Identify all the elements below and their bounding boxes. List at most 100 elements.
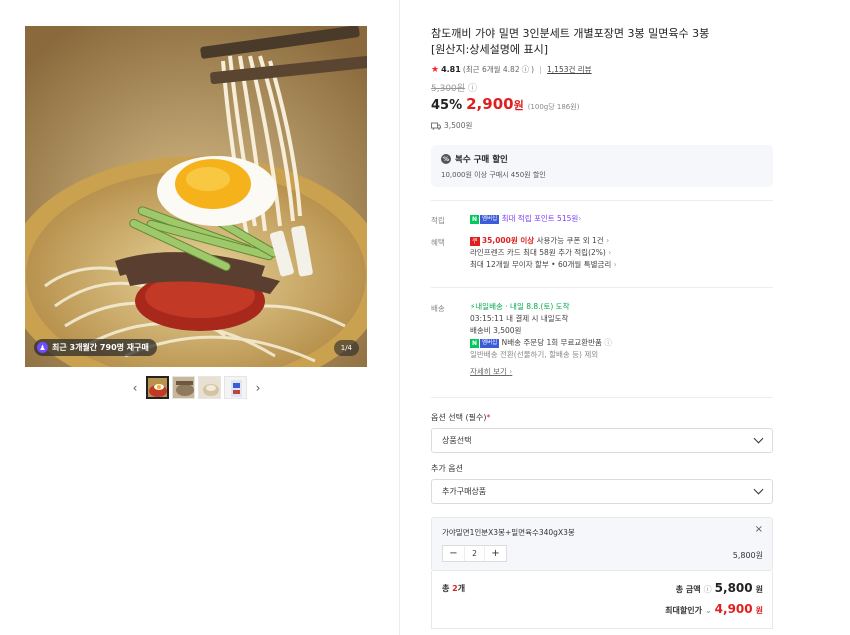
max-points-text: 최대 적립 포인트 515원	[501, 214, 579, 223]
increase-button[interactable]: +	[485, 546, 506, 561]
best-discount-value: 4,900	[714, 602, 753, 616]
delivery-cutoff: 03:15:11 내 결제 시 내일도착	[470, 314, 569, 323]
chevron-right-icon: ›	[509, 367, 513, 376]
total-amount: 총 금액 ⓘ 5,800 원	[676, 581, 763, 595]
extra-option-label: 추가 옵션	[431, 464, 463, 473]
info-icon[interactable]: ⓘ	[522, 64, 530, 75]
product-main-image[interactable]: ♟ 최근 3개월간 790명 재구매 1/4	[25, 26, 367, 367]
thumb-prev-arrow-icon[interactable]: ‹	[127, 377, 143, 399]
noodle-photo	[25, 26, 367, 367]
user-icon: ♟	[37, 342, 48, 353]
required-option-select[interactable]: 상품선택	[431, 428, 773, 453]
sale-price-row: 45% 2,900원 (100g당 186원)	[431, 95, 579, 113]
benefits-label: 혜택	[431, 238, 445, 247]
npay-membership-icon: N 멤버십	[470, 214, 500, 224]
points-value[interactable]: N 멤버십 최대 적립 포인트 515원›	[470, 213, 581, 225]
tomorrow-delivery-label: 내일배송	[475, 302, 503, 311]
coupon-icon: 쿠	[470, 236, 480, 246]
delivery-more-text: 자세히 보기	[470, 367, 507, 376]
best-discount-label: 최대할인가	[665, 606, 702, 615]
thumbnail-strip: ‹ ›	[127, 376, 266, 399]
coupon-threshold: 35,000원 이상	[481, 236, 535, 245]
shipping-fee: 3,500원	[444, 121, 473, 130]
section-divider	[431, 200, 773, 201]
product-title-line-1: 참도깨비 가야 밀면 3인분세트 개별포장면 3봉 밀면육수 3봉	[431, 27, 710, 40]
delivery-more-link[interactable]: 자세히 보기 ›	[470, 366, 612, 378]
original-price-value: 5,300원	[431, 84, 466, 94]
chevron-down-icon: ⌄	[704, 606, 712, 615]
card-benefit-text: 라인프렌즈 카드 최대 58원 추가 적립(2%)	[470, 248, 606, 257]
chevron-right-icon: ›	[608, 248, 612, 257]
column-divider	[399, 0, 400, 635]
rating-score: 4.81	[441, 65, 461, 74]
delivery-info: ⚡내일배송 · 내일 8.8.(토) 도착 03:15:11 내 결제 시 내일…	[470, 301, 612, 378]
info-icon[interactable]: ⓘ	[704, 584, 712, 595]
rating-separator	[540, 65, 542, 74]
free-return-text: N배송 주문당 1회 무료교환반품	[501, 338, 602, 347]
rating-row: ★ 4.81 (최근 6개월 4.82 ⓘ ) 1,153건 리뷰	[431, 64, 592, 75]
extra-option-select[interactable]: 추가구매상품	[431, 479, 773, 504]
coupon-desc: 사용가능 쿠폰 외 1건	[534, 236, 604, 245]
free-return-row: N 멤버십 N배송 주문당 1회 무료교환반품 ⓘ	[470, 337, 612, 349]
thumb-next-arrow-icon[interactable]: ›	[250, 377, 266, 399]
bulk-discount-title: 복수 구매 할인	[455, 155, 508, 165]
thumbnail-3[interactable]	[198, 376, 221, 399]
section-divider	[431, 397, 773, 398]
total-amount-value: 5,800	[714, 581, 753, 595]
sale-price-value: 2,900	[466, 95, 514, 113]
unit-price: (100g당 186원)	[527, 103, 580, 111]
selected-option-item: 가야밀면1인분X3봉+밀면육수340gX3봉 × − 2 + 5,800원	[431, 517, 773, 571]
chevron-down-icon	[753, 484, 764, 495]
total-amount-label: 총 금액	[675, 585, 701, 594]
sale-price-unit: 원	[513, 99, 524, 112]
chevron-right-icon: ›	[578, 214, 582, 223]
thumbnail-2[interactable]	[172, 376, 195, 399]
delivery-fee: 배송비 3,500원	[470, 326, 522, 335]
close-icon[interactable]: ×	[755, 524, 763, 535]
original-price: 5,300원 ⓘ	[431, 81, 477, 94]
points-label: 적립	[431, 216, 445, 225]
image-counter: 1/4	[333, 340, 359, 356]
section-divider	[431, 287, 773, 288]
tomorrow-delivery-date: · 내일 8.8.(토) 도착	[502, 302, 570, 311]
extra-option-value: 추가구매상품	[442, 487, 487, 496]
installment-text: 최대 12개월 무이자 할부 • 60개월 특별금리	[470, 260, 612, 269]
best-discount-price[interactable]: 최대할인가 ⌄ 4,900 원	[665, 602, 763, 616]
decrease-button[interactable]: −	[443, 546, 464, 561]
sale-price: 2,900원	[466, 95, 524, 113]
discount-rate: 45%	[431, 98, 463, 113]
info-icon[interactable]: ⓘ	[604, 338, 612, 347]
delivery-label: 배송	[431, 304, 445, 313]
product-title-line-2: [원산지:상세설명에 표시]	[431, 43, 548, 56]
chevron-right-icon: ›	[606, 236, 610, 245]
truck-icon	[431, 122, 441, 130]
installment-benefit[interactable]: 최대 12개월 무이자 할부 • 60개월 특별금리 ›	[470, 259, 617, 271]
rebuy-badge: ♟ 최근 3개월간 790명 재구매	[34, 339, 157, 356]
selected-option-name: 가야밀면1인분X3봉+밀면육수340gX3봉	[442, 528, 575, 537]
required-option-value: 상품선택	[442, 436, 472, 445]
quantity-input[interactable]: 2	[464, 546, 485, 561]
card-benefit[interactable]: 라인프렌즈 카드 최대 58원 추가 적립(2%) ›	[470, 247, 617, 259]
rebuy-badge-text: 최근 3개월간 790명 재구매	[52, 343, 149, 352]
benefits-list: 쿠 35,000원 이상 사용가능 쿠폰 외 1건 › 라인프렌즈 카드 최대 …	[470, 235, 617, 271]
total-amount-unit: 원	[755, 585, 763, 594]
rating-recent: (최근 6개월 4.82	[462, 65, 520, 74]
order-total: 총 2개 총 금액 ⓘ 5,800 원 최대할인가 ⌄ 4,900 원	[431, 571, 773, 629]
best-discount-unit: 원	[755, 606, 763, 615]
selected-option-amount: 5,800원	[732, 551, 763, 560]
delivery-tomorrow: ⚡내일배송 · 내일 8.8.(토) 도착	[470, 301, 612, 313]
review-count-link[interactable]: 1,153건 리뷰	[547, 64, 592, 75]
thumbnail-1[interactable]	[146, 376, 169, 399]
price-info-icon[interactable]: ⓘ	[468, 81, 477, 94]
chevron-down-icon	[753, 433, 764, 444]
product-title: 참도깨비 가야 밀면 3인분세트 개별포장면 3봉 밀면육수 3봉 [원산지:상…	[431, 26, 761, 58]
thumbnail-4[interactable]	[224, 376, 247, 399]
npay-membership-icon: N 멤버십	[470, 338, 500, 348]
star-icon: ★	[431, 64, 440, 75]
coupon-benefit[interactable]: 쿠 35,000원 이상 사용가능 쿠폰 외 1건 ›	[470, 235, 617, 247]
discount-icon: %	[441, 154, 451, 164]
required-mark: *	[486, 413, 491, 422]
bulk-discount-desc: 10,000원 이상 구매시 450원 할인	[441, 171, 546, 179]
required-option-label: 옵션 선택 (필수)*	[431, 413, 491, 422]
chevron-right-icon: ›	[613, 260, 617, 269]
